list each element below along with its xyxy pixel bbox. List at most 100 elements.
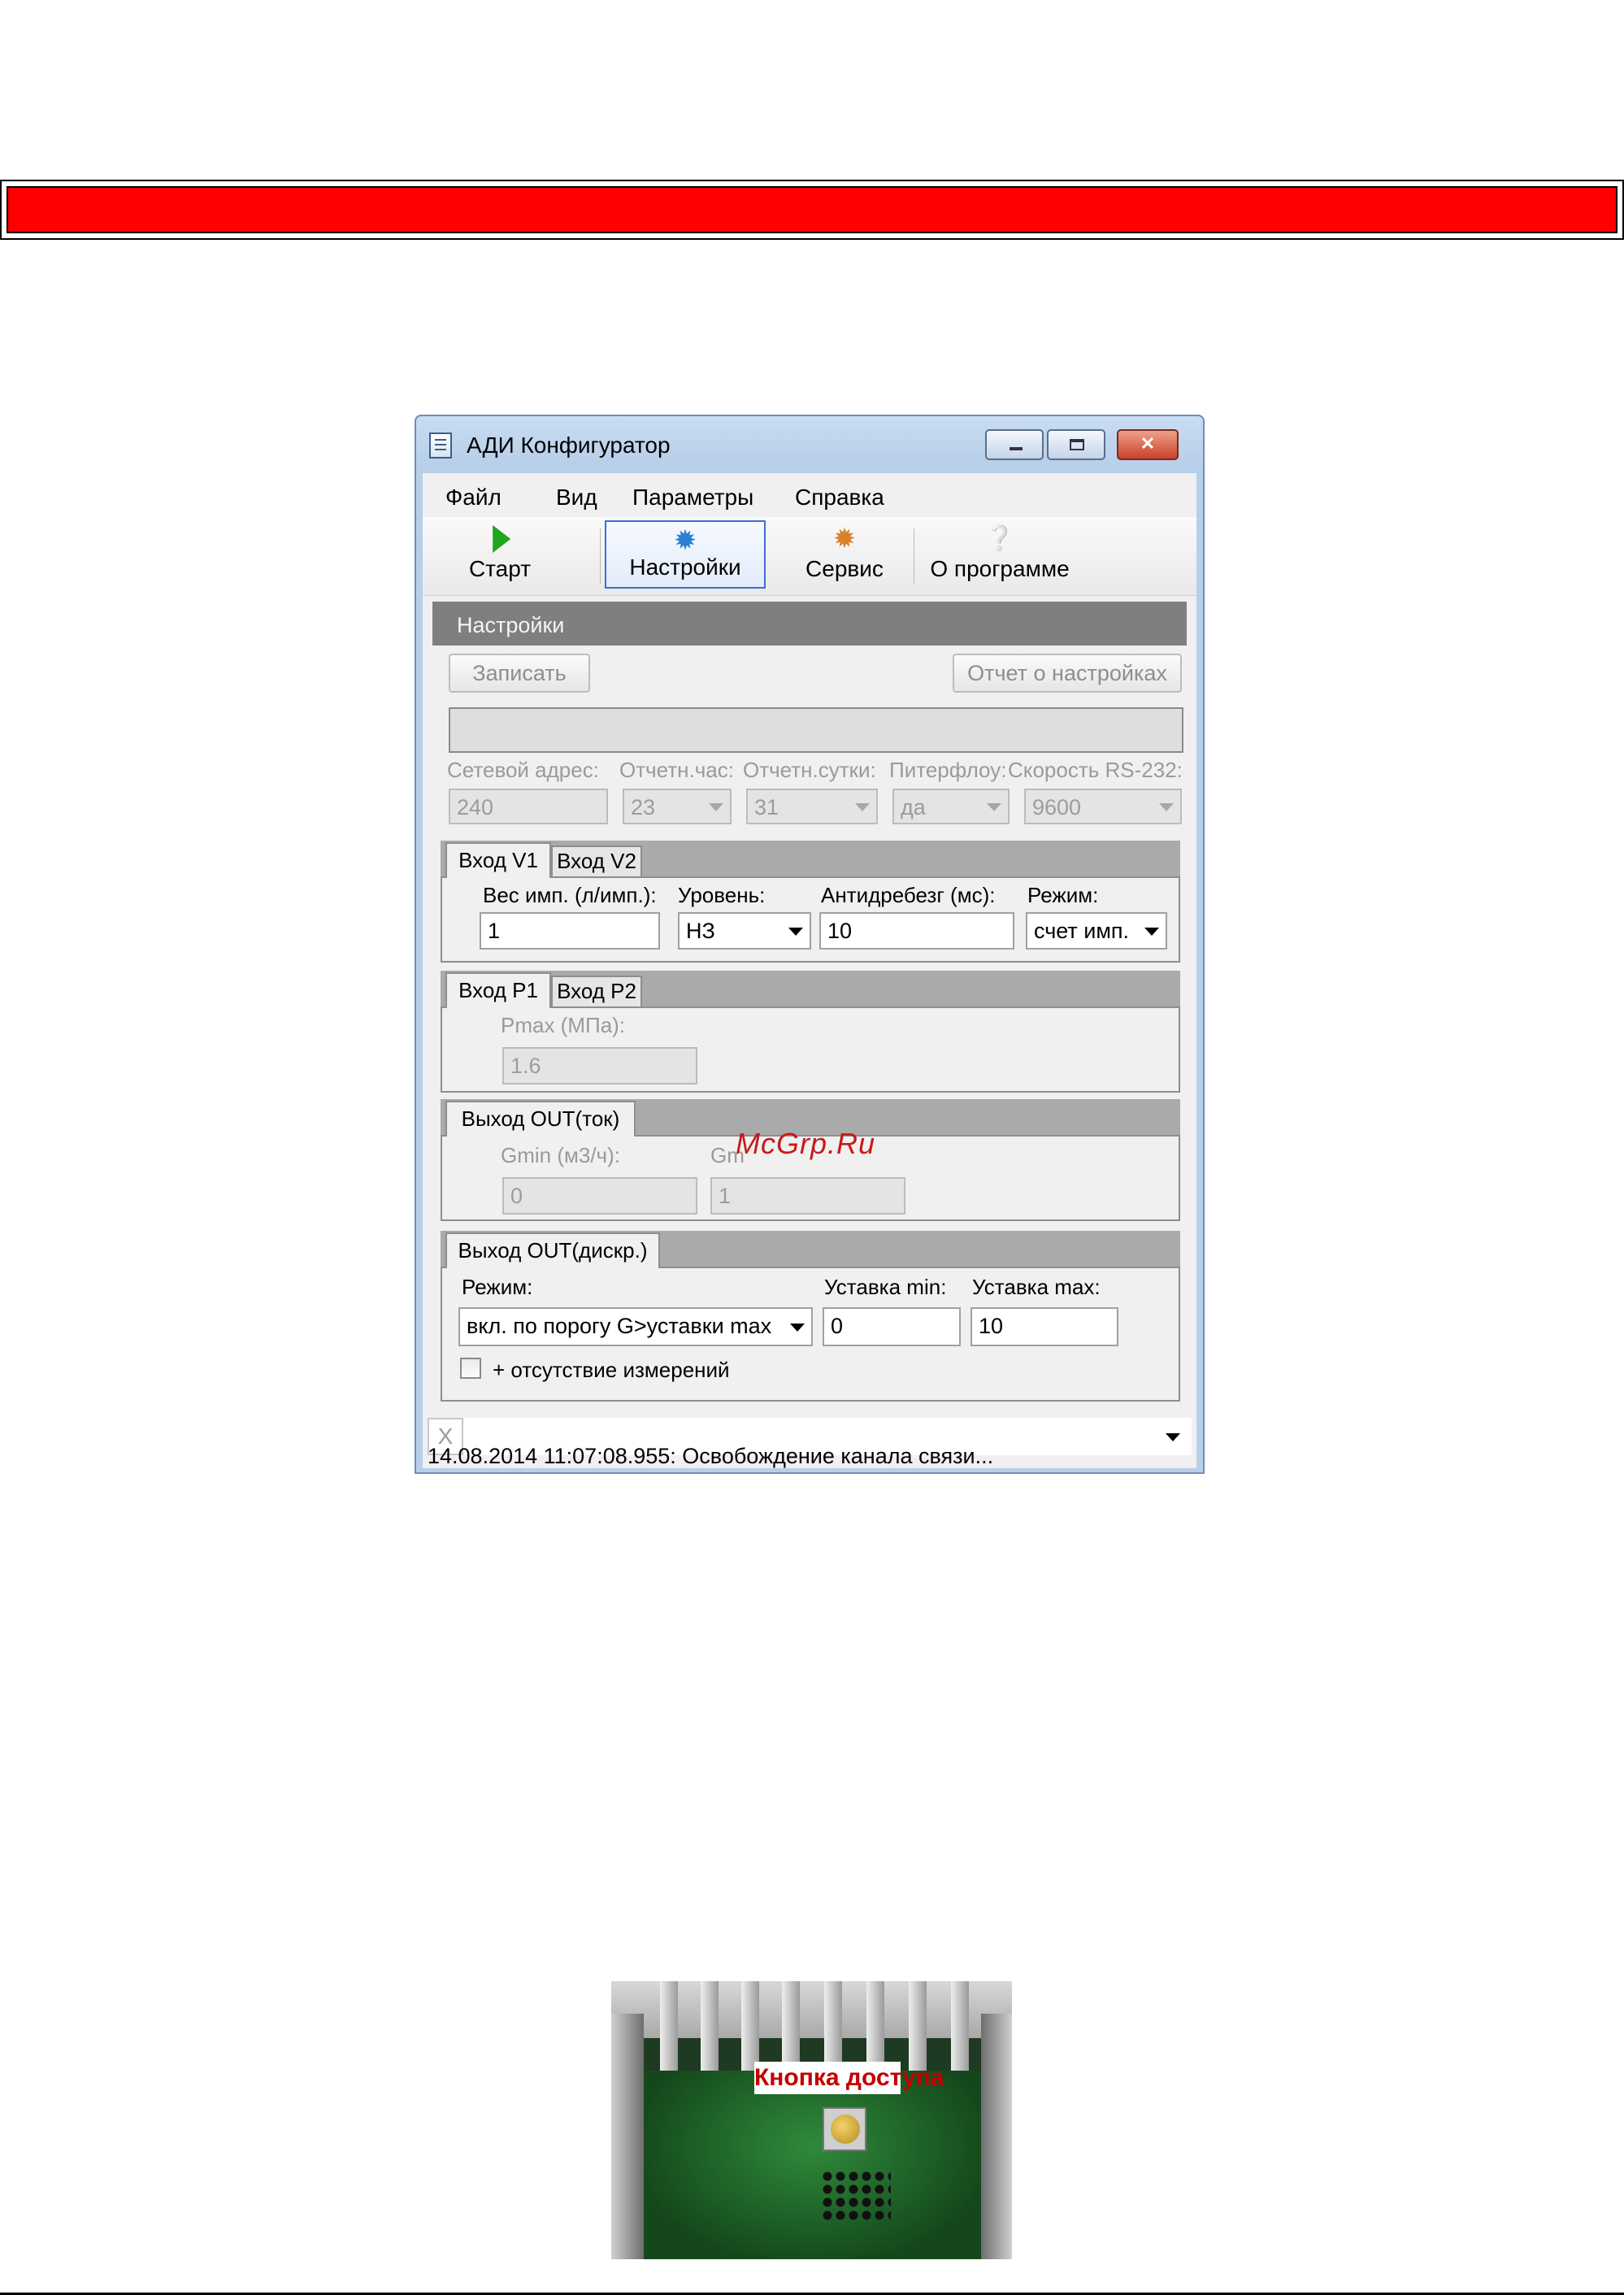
gmin-label: Gmin (м3/ч): [501, 1143, 620, 1167]
report-hour-label: Отчетн.час: [619, 758, 734, 782]
discrete-mode-label: Режим: [462, 1275, 533, 1299]
output-current-group: Выход OUT(ток) Gmin (м3/ч): Gm 0 1 [441, 1099, 1180, 1228]
pin-header [821, 2170, 891, 2223]
gmin-input[interactable]: 0 [502, 1177, 697, 1215]
panel-title: Настройки [457, 613, 565, 637]
tab-input-p2[interactable]: Вход P2 [551, 976, 642, 1006]
title-bar[interactable]: АДИ Конфигуратор ✕ [416, 416, 1203, 473]
menu-view[interactable]: Вид [556, 485, 597, 511]
setpoint-min-input[interactable]: 0 [823, 1307, 961, 1346]
output-discrete-group: Выход OUT(дискр.) Режим: Уставка min: Ус… [441, 1231, 1180, 1408]
network-address-input[interactable]: 240 [449, 789, 608, 824]
no-measurement-label: + отсутствие измерений [493, 1358, 730, 1382]
window-client: Файл Вид Параметры Справка Старт ✹ Настр… [423, 473, 1196, 1468]
setpoint-max-input[interactable]: 10 [970, 1307, 1118, 1346]
no-measurement-checkbox[interactable] [460, 1358, 481, 1379]
level-label: Уровень: [678, 883, 766, 907]
device-wall-right [981, 2014, 1012, 2259]
service-gear-icon: ✹ [832, 524, 857, 554]
report-hour-value: 23 [631, 795, 656, 819]
device-slat [951, 1981, 969, 2079]
pmax-input[interactable]: 1.6 [502, 1047, 697, 1084]
tab-input-p1[interactable]: Вход P1 [445, 972, 551, 1008]
menu-help[interactable]: Справка [795, 485, 884, 511]
start-button[interactable]: Старт [455, 520, 545, 589]
settings-report-button[interactable]: Отчет о настройках [953, 654, 1182, 693]
about-label: О программе [930, 556, 1070, 581]
chevron-down-icon [790, 1324, 805, 1332]
minimize-icon [1010, 447, 1023, 450]
panel-body: Записать Отчет о настройках Сетевой адре… [432, 645, 1187, 1413]
rs232-speed-label: Скорость RS-232: [1008, 758, 1183, 782]
chevron-down-icon [1166, 1433, 1180, 1441]
piterflow-value: да [901, 795, 926, 819]
settings-label: Настройки [629, 554, 741, 580]
input-mode-select[interactable]: счет имп. [1026, 912, 1167, 950]
chevron-down-icon [709, 803, 723, 811]
level-value: НЗ [686, 919, 715, 943]
input-p-body: Pmax (МПа): 1.6 [441, 1006, 1180, 1093]
level-select[interactable]: НЗ [678, 912, 811, 950]
menu-parameters[interactable]: Параметры [632, 485, 753, 511]
toolbar: Старт ✹ Настройки ✹ Сервис ❔ О программе [423, 517, 1196, 596]
circuit-board [644, 2071, 981, 2259]
service-button[interactable]: ✹ Сервис [792, 520, 897, 589]
piterflow-select[interactable]: да [892, 789, 1010, 824]
status-message: 14.08.2014 11:07:08.955: Освобождение ка… [428, 1444, 994, 1468]
discrete-mode-select[interactable]: вкл. по порогу G>уставки max [458, 1307, 813, 1346]
piterflow-label: Питерфлоу: [889, 758, 1007, 782]
maximize-button[interactable] [1047, 429, 1105, 460]
watermark: McGrp.Ru [736, 1127, 876, 1160]
red-header-fill [7, 186, 1617, 233]
tab-output-current[interactable]: Выход OUT(ток) [445, 1101, 636, 1137]
about-button[interactable]: ❔ О программе [918, 520, 1081, 589]
chevron-down-icon [987, 803, 1001, 811]
rs232-speed-select[interactable]: 9600 [1024, 789, 1182, 824]
app-window: АДИ Конфигуратор ✕ Файл Вид Параметры Сп… [415, 415, 1205, 1474]
input-v-body: Вес имп. (л/имп.): Уровень: Антидребезг … [441, 876, 1180, 963]
access-button-cap [831, 2115, 860, 2144]
chevron-down-icon [1159, 803, 1174, 811]
device-slat [660, 1981, 678, 2079]
input-mode-value: счет имп. [1034, 919, 1130, 943]
pmax-label: Pmax (МПа): [501, 1013, 626, 1037]
setpoint-min-label: Уставка min: [824, 1275, 947, 1299]
debounce-label: Антидребезг (мс): [821, 883, 996, 907]
gmax-input[interactable]: 1 [710, 1177, 905, 1215]
tab-input-v2[interactable]: Вход V2 [551, 845, 642, 876]
close-button[interactable]: ✕ [1117, 429, 1179, 460]
close-icon: ✕ [1140, 433, 1156, 454]
write-button[interactable]: Записать [449, 654, 590, 693]
device-wall-left [611, 2014, 644, 2259]
rs232-speed-value: 9600 [1032, 795, 1082, 819]
chevron-down-icon [855, 803, 870, 811]
menu-file[interactable]: Файл [445, 485, 502, 511]
debounce-input[interactable]: 10 [819, 912, 1014, 950]
setpoint-max-label: Уставка max: [972, 1275, 1101, 1299]
input-p-group: Вход P1 Вход P2 Pmax (МПа): 1.6 [441, 971, 1180, 1093]
device-photo: Кнопка доступа [611, 1981, 1012, 2259]
report-day-label: Отчетн.сутки: [743, 758, 876, 782]
help-icon: ❔ [984, 525, 1015, 552]
settings-button[interactable]: ✹ Настройки [605, 520, 766, 589]
device-slat [701, 1981, 719, 2079]
tab-input-v1[interactable]: Вход V1 [445, 842, 551, 878]
panel-header: Настройки [432, 602, 1187, 645]
app-document-icon [429, 432, 452, 459]
pulse-weight-input[interactable]: 1 [480, 912, 660, 950]
progress-bar [449, 707, 1183, 753]
report-hour-select[interactable]: 23 [623, 789, 732, 824]
chevron-down-icon [1144, 928, 1159, 936]
access-button-caption: Кнопка доступа [754, 2062, 944, 2094]
report-day-select[interactable]: 31 [746, 789, 878, 824]
chevron-down-icon [788, 928, 803, 936]
service-label: Сервис [805, 556, 884, 581]
minimize-button[interactable] [985, 429, 1044, 460]
menu-bar: Файл Вид Параметры Справка [423, 473, 1196, 517]
pulse-weight-label: Вес имп. (л/имп.): [483, 883, 657, 907]
play-icon [493, 525, 511, 553]
gear-icon: ✹ [673, 525, 697, 556]
tab-output-discrete[interactable]: Выход OUT(дискр.) [445, 1232, 660, 1268]
start-label: Старт [468, 556, 532, 581]
output-discrete-body: Режим: Уставка min: Уставка max: вкл. по… [441, 1267, 1180, 1402]
